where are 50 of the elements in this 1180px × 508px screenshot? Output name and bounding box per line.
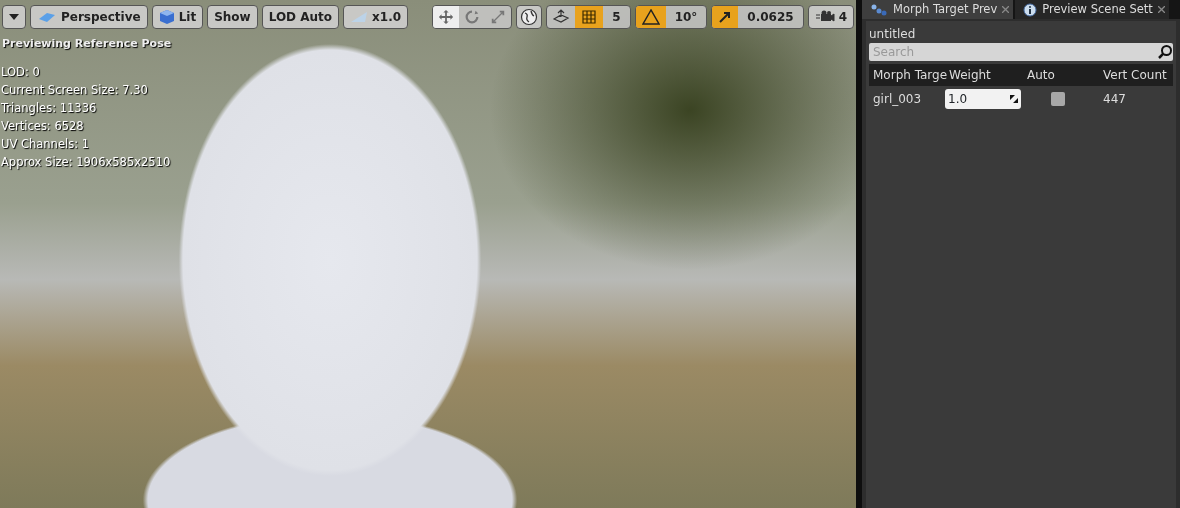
search-icon <box>1157 43 1173 61</box>
plane-icon <box>350 10 369 24</box>
close-icon[interactable] <box>1157 6 1165 13</box>
table-cell-text: 447 <box>1102 91 1127 108</box>
stats-line: Triangles: 11336 <box>0 99 98 117</box>
column-header[interactable]: Vert Count <box>1099 66 1173 84</box>
world-space-button[interactable] <box>516 5 543 29</box>
beads-icon <box>870 3 888 16</box>
move-icon <box>438 8 455 26</box>
snap-value-dropdown[interactable]: 5 <box>603 6 630 28</box>
camera-icon <box>814 10 835 24</box>
surface-icon <box>552 9 571 25</box>
panel-tab[interactable]: Preview Scene Sett <box>1015 0 1169 19</box>
camera-speed-button[interactable]: 4 <box>807 5 854 29</box>
stats-line: Approx Size: 1906x585x2510 <box>0 153 172 171</box>
show-button[interactable]: Show <box>207 5 258 29</box>
stats-line: LOD: 0 <box>0 63 41 81</box>
resize-icon <box>1010 95 1018 103</box>
speed-button[interactable]: x1.0 <box>343 5 409 29</box>
grid-snap-toggle[interactable] <box>575 6 604 28</box>
transform-mode-button[interactable] <box>433 6 460 28</box>
auto-checkbox[interactable] <box>1051 92 1065 106</box>
panel-title: untitled <box>869 26 917 43</box>
pose-label: Previewing Reference Pose <box>1 36 173 52</box>
snap-value-dropdown[interactable]: 10° <box>665 6 707 28</box>
column-header[interactable]: Auto <box>1023 66 1099 84</box>
stats-line: Vertices: 6528 <box>0 117 85 135</box>
lighting-button[interactable]: Lit <box>151 5 204 29</box>
close-icon[interactable] <box>1002 6 1010 13</box>
rotation-snap-toggle[interactable] <box>635 6 666 28</box>
diagonal-arrow-icon <box>718 10 733 24</box>
view-mode-button[interactable]: Perspective <box>30 5 148 29</box>
globe-icon <box>520 8 539 26</box>
panel-tab[interactable]: Morph Target Prev <box>862 0 1014 19</box>
search-field[interactable]: Search <box>869 43 1157 61</box>
grid-icon <box>581 9 598 25</box>
view-options-button[interactable] <box>2 5 26 29</box>
info-icon <box>1023 2 1038 17</box>
snap-value-dropdown[interactable]: 0.0625 <box>738 6 803 28</box>
caret-icon <box>9 14 19 20</box>
angle-icon <box>641 9 660 25</box>
stats-line: Current Screen Size: 7.30 <box>0 81 149 99</box>
scale-icon <box>490 8 507 26</box>
scale-snap-toggle[interactable] <box>712 6 739 28</box>
table-cell-text: girl_003 <box>872 91 923 108</box>
rotate-icon <box>464 8 481 26</box>
column-header[interactable]: Morph Targe <box>869 66 945 84</box>
weight-field[interactable]: 1.0 <box>945 89 1021 109</box>
stats-line: UV Channels: 1 <box>0 135 90 153</box>
lod-button[interactable]: LOD Auto <box>261 5 340 29</box>
